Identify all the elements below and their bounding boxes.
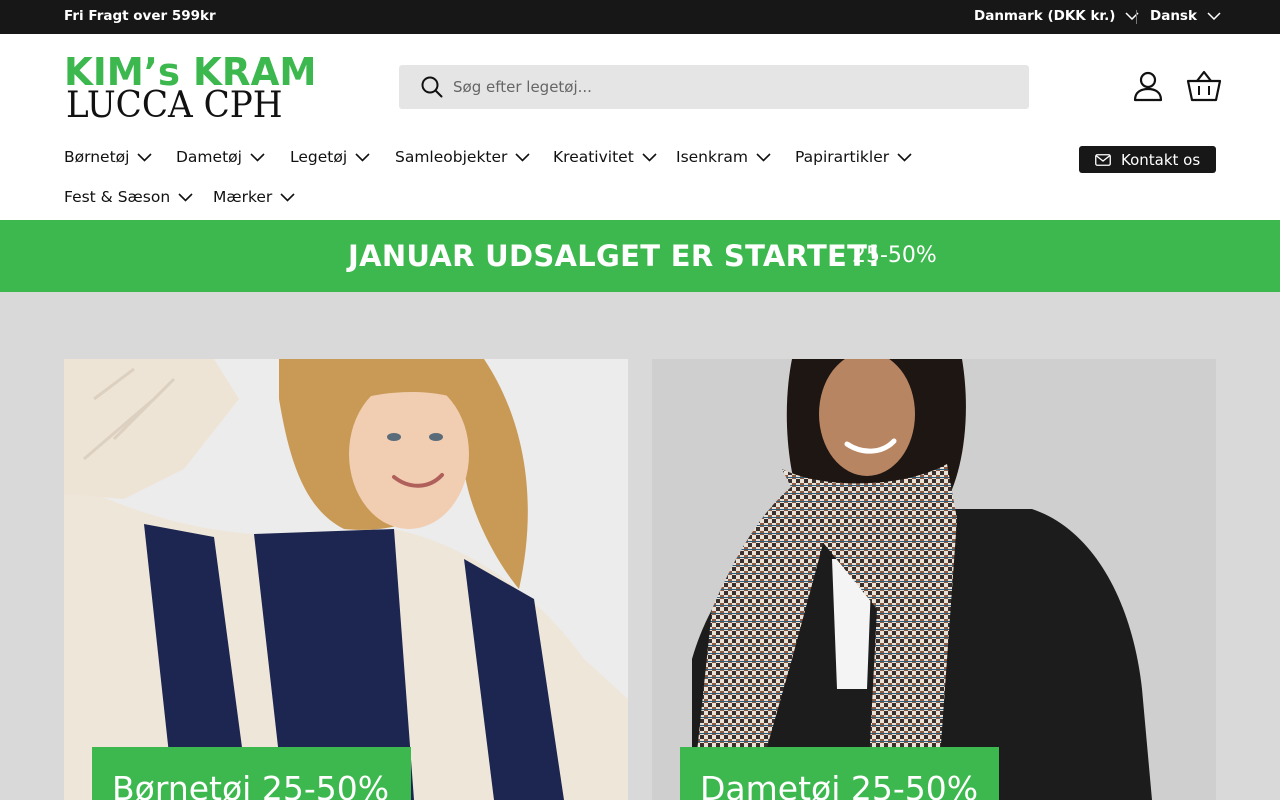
contact-button[interactable]: Kontakt os <box>1079 146 1216 173</box>
free-shipping-text: Fri Fragt over 599kr <box>64 8 216 24</box>
chevron-down-icon <box>355 152 370 162</box>
store-logo[interactable]: KIM’s KRAM LUCCA CPH <box>64 50 316 126</box>
divider <box>1136 10 1137 24</box>
collection-tag-kids: Børnetøj 25-50% <box>92 747 411 800</box>
chevron-down-icon <box>137 152 153 162</box>
collection-tag-women: Dametøj 25-50% <box>680 747 999 800</box>
chevron-down-icon <box>1207 12 1221 20</box>
banner-percent: 25-50% <box>852 243 937 268</box>
logo-line-2: LUCCA CPH <box>66 85 283 126</box>
collection-card-kids[interactable]: Børnetøj 25-50% <box>64 359 628 800</box>
nav-item-label: Samleobjekter <box>395 148 508 166</box>
sale-banner[interactable]: JANUAR UDSALGET ER STARTET! 25-50% <box>0 220 1280 292</box>
nav-item-boernetoej[interactable]: Børnetøj <box>64 148 153 166</box>
mail-icon <box>1095 153 1111 166</box>
chevron-down-icon <box>250 152 265 162</box>
chevron-down-icon <box>642 152 657 162</box>
search-icon[interactable] <box>421 76 443 98</box>
nav-item-dametoej[interactable]: Dametøj <box>176 148 265 166</box>
nav-item-papirartikler[interactable]: Papirartikler <box>795 148 912 166</box>
collection-grid: Børnetøj 25-50% Dametøj 25-50% <box>0 292 1280 800</box>
nav-item-label: Børnetøj <box>64 148 130 166</box>
nav-item-samleobjekter[interactable]: Samleobjekter <box>395 148 530 166</box>
nav-item-label: Legetøj <box>290 148 348 166</box>
nav-item-label: Isenkram <box>676 148 748 166</box>
nav-item-legetoej[interactable]: Legetøj <box>290 148 370 166</box>
nav-item-label: Papirartikler <box>795 148 890 166</box>
account-icon[interactable] <box>1132 70 1164 102</box>
nav-item-maerker[interactable]: Mærker <box>213 188 295 206</box>
banner-headline: JANUAR UDSALGET ER STARTET! <box>348 239 881 273</box>
nav-item-isenkram[interactable]: Isenkram <box>676 148 771 166</box>
basket-icon[interactable] <box>1186 70 1222 102</box>
women-product-image <box>652 359 1216 800</box>
nav-item-label: Mærker <box>213 188 273 206</box>
chevron-down-icon <box>515 152 530 162</box>
kids-product-image <box>64 359 628 800</box>
search-bar[interactable] <box>399 65 1029 109</box>
chevron-down-icon <box>756 152 771 162</box>
nav-item-kreativitet[interactable]: Kreativitet <box>553 148 657 166</box>
contact-label: Kontakt os <box>1121 150 1201 169</box>
chevron-down-icon <box>1125 12 1139 20</box>
chevron-down-icon <box>897 152 912 162</box>
chevron-down-icon <box>178 192 193 202</box>
collection-card-women[interactable]: Dametøj 25-50% <box>652 359 1216 800</box>
search-input[interactable] <box>453 78 993 96</box>
nav-item-label: Kreativitet <box>553 148 634 166</box>
nav-item-label: Dametøj <box>176 148 242 166</box>
nav-item-fest-saeson[interactable]: Fest & Sæson <box>64 188 193 206</box>
language-selector[interactable]: Dansk <box>1150 8 1221 24</box>
country-selector[interactable]: Danmark (DKK kr.) <box>974 8 1139 24</box>
language-label: Dansk <box>1150 8 1197 24</box>
country-label: Danmark (DKK kr.) <box>974 8 1116 24</box>
nav-item-label: Fest & Sæson <box>64 188 171 206</box>
announcement-bar: Fri Fragt over 599kr Danmark (DKK kr.) D… <box>0 0 1280 34</box>
chevron-down-icon <box>280 192 295 202</box>
